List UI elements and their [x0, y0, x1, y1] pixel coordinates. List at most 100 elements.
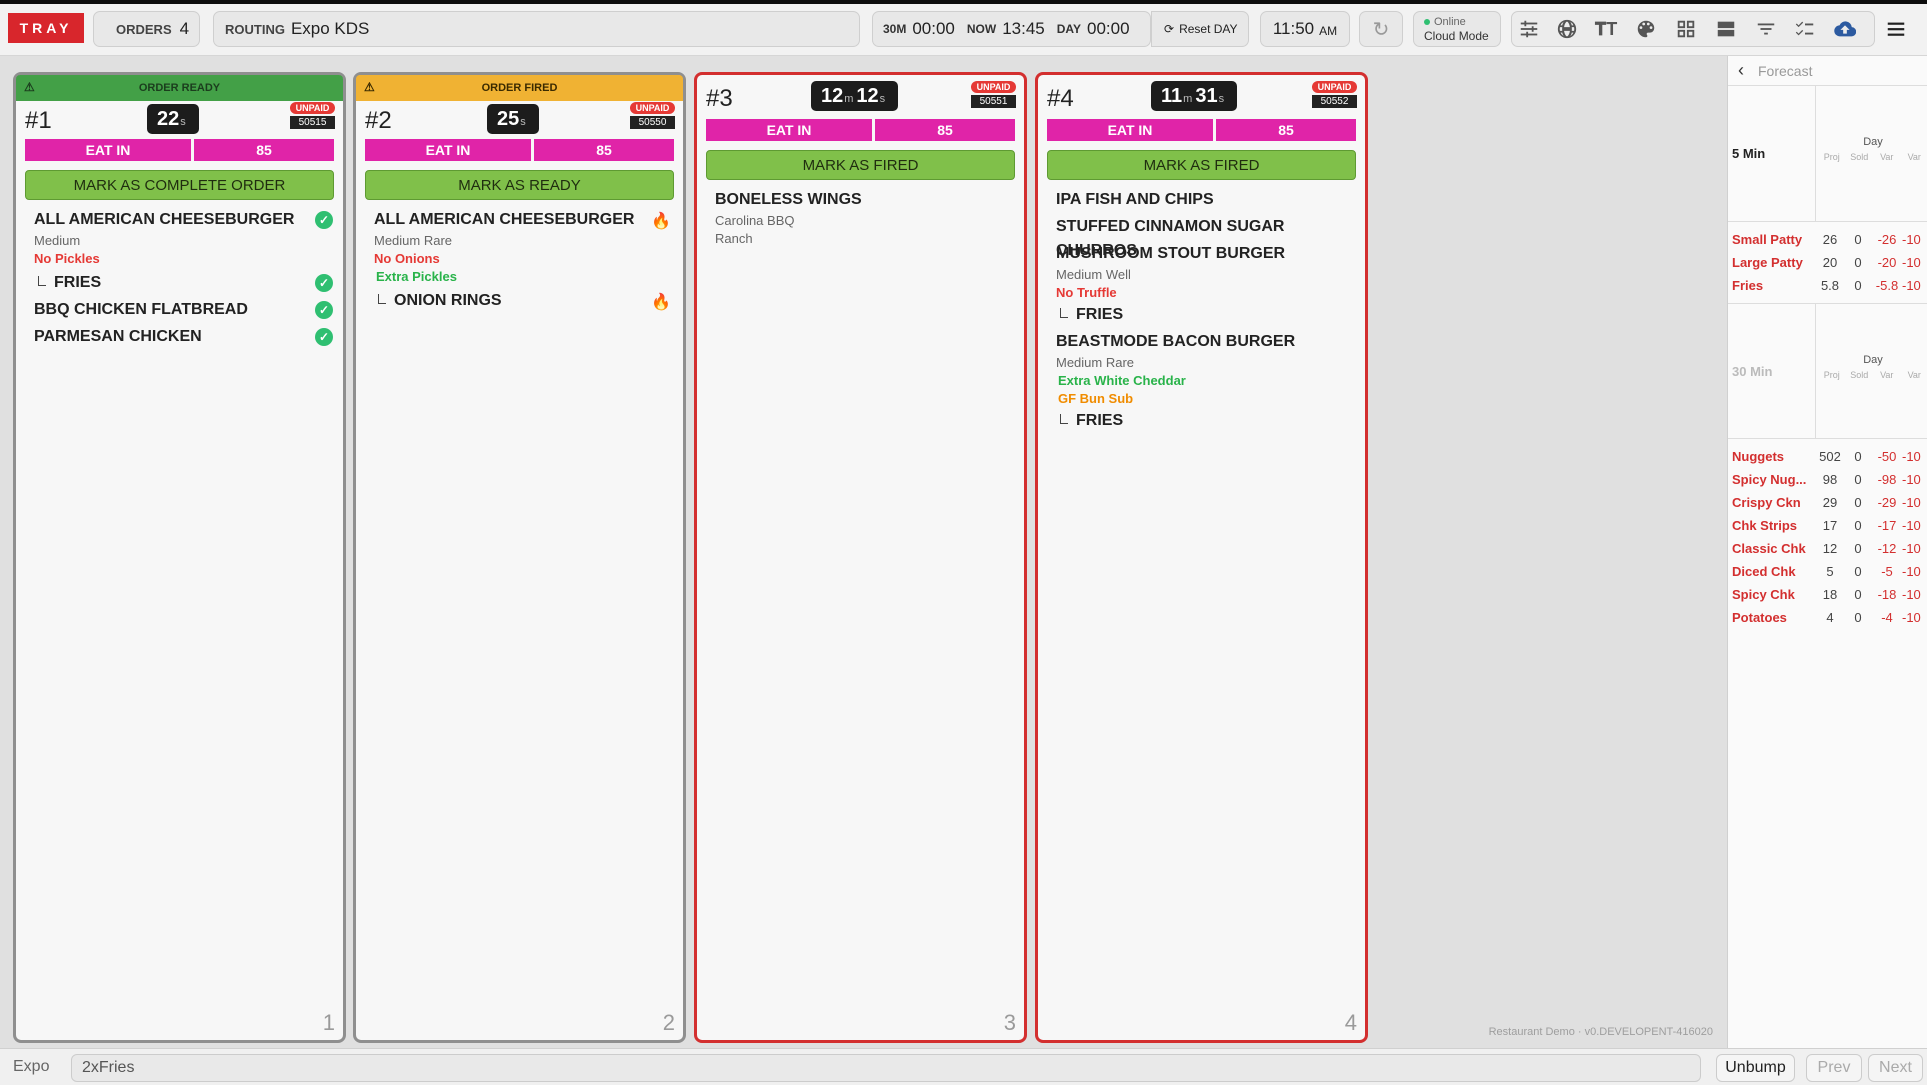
forecast-header: ‹ Forecast — [1728, 56, 1927, 86]
item-modifier: Carolina BBQ — [715, 213, 795, 228]
order-items: IPA FISH AND CHIPS STUFFED CINNAMON SUGA… — [1038, 180, 1365, 434]
row-proj: 26 — [1822, 232, 1838, 247]
list-item[interactable]: MUSHROOM STOUT BURGER — [1038, 242, 1365, 266]
row-proj: 29 — [1822, 495, 1838, 510]
unbump-button[interactable]: Unbump — [1716, 1054, 1795, 1082]
refresh-button[interactable]: ↻ — [1359, 11, 1403, 47]
reset-day-button[interactable]: ⟳ Reset DAY — [1151, 11, 1249, 47]
order-header: #2 25 s UNPAID 50550 — [356, 101, 683, 135]
row-name: Spicy Chk — [1732, 587, 1795, 602]
list-item[interactable]: ALL AMERICAN CHEESEBURGER 🔥 — [356, 208, 683, 232]
row-proj: 5.8 — [1820, 278, 1840, 293]
item-name: FRIES — [1076, 412, 1124, 429]
row-name: Classic Chk — [1732, 541, 1806, 556]
timer-unit: s — [1218, 93, 1225, 105]
ticket-number: 50550 — [630, 116, 675, 129]
sub-item[interactable]: FRIES — [1038, 302, 1365, 328]
row-proj: 17 — [1822, 518, 1838, 533]
prev-button[interactable]: Prev — [1806, 1054, 1862, 1082]
row-name: Nuggets — [1732, 449, 1784, 464]
timer-value: 31 — [1195, 84, 1218, 107]
section-label: 30 Min — [1728, 304, 1816, 438]
order-card-3[interactable]: #3 12 m 12 s UNPAID 50551 EAT IN 85 MARK AS … — [694, 72, 1027, 1043]
palette-icon[interactable] — [1630, 13, 1662, 45]
check-icon: ✓ — [315, 211, 333, 229]
order-timer: 11 m 31 s — [1151, 81, 1238, 111]
list-item[interactable]: BONELESS WINGS — [697, 188, 1024, 212]
row-pct: -10 — [1902, 255, 1921, 270]
list-item[interactable]: BBQ CHICKEN FLATBREAD ✓ — [16, 298, 343, 322]
order-status-banner: ⚠ ORDER FIRED — [356, 75, 683, 101]
row-name: Crispy Ckn — [1732, 495, 1801, 510]
reset-icon: ⟳ — [1164, 22, 1175, 36]
menu-icon[interactable] — [1880, 13, 1912, 45]
clock: 11:50 AM — [1260, 11, 1350, 47]
item-modifier: Extra Pickles — [376, 269, 457, 284]
row-pct: -10 — [1902, 472, 1921, 487]
row-name: Fries — [1732, 278, 1764, 293]
payment-badge: UNPAID 50551 — [971, 81, 1016, 108]
list-item[interactable]: PARMESAN CHICKEN ✓ — [16, 325, 343, 349]
forecast-rows-30min: Nuggets 502 0 -50 -10 Spicy Nug... 98 0 -98 -10 … — [1728, 439, 1927, 635]
forecast-section-30min: 30 Min Day Proj Sold Var Var — [1728, 303, 1927, 439]
connection-status[interactable]: Online Cloud Mode — [1413, 11, 1501, 47]
cloud-upload-icon[interactable] — [1829, 13, 1861, 45]
table-number-tag: 85 — [875, 119, 1015, 141]
order-header: #1 22 s UNPAID 50515 — [16, 101, 343, 135]
sub-item[interactable]: FRIES ✓ — [16, 270, 343, 296]
status-online: Online — [1424, 15, 1466, 29]
column-number: 1 — [322, 1010, 335, 1035]
unpaid-label: UNPAID — [630, 102, 675, 114]
list-item[interactable]: BEASTMODE BACON BURGER — [1038, 330, 1365, 354]
filter-icon[interactable] — [1750, 13, 1782, 45]
sliders-icon[interactable] — [1513, 13, 1545, 45]
order-number: #4 — [1047, 85, 1074, 112]
col-header: Proj — [1823, 370, 1840, 380]
routing-value: Expo KDS — [290, 19, 370, 38]
col-header: Proj — [1823, 152, 1840, 162]
mark-complete-button[interactable]: MARK AS COMPLETE ORDER — [25, 170, 334, 200]
globe-icon[interactable] — [1551, 13, 1583, 45]
order-card-2[interactable]: ⚠ ORDER FIRED #2 25 s UNPAID 50550 EAT IN … — [353, 72, 686, 1043]
mark-fired-button[interactable]: MARK AS FIRED — [1047, 150, 1356, 180]
column-headers: Proj Sold Var Var — [1818, 152, 1927, 162]
order-card-1[interactable]: ⚠ ORDER READY #1 22 s UNPAID 50515 EAT IN … — [13, 72, 346, 1043]
order-timer: 12 m 12 s — [811, 81, 899, 111]
list-item[interactable]: STUFFED CINNAMON SUGAR CHURROS — [1038, 215, 1365, 259]
next-button[interactable]: Next — [1868, 1054, 1923, 1082]
row-var: -12 — [1877, 541, 1897, 556]
list-item[interactable]: ALL AMERICAN CHEESEBURGER ✓ — [16, 208, 343, 232]
row-pct: -10 — [1902, 278, 1921, 293]
layout-icon[interactable] — [1710, 13, 1742, 45]
item-name: FRIES — [54, 274, 102, 291]
sub-item[interactable]: ONION RINGS 🔥 — [356, 288, 683, 314]
row-pct: -10 — [1902, 232, 1921, 247]
chevron-left-icon[interactable]: ‹ — [1738, 60, 1744, 81]
forecast-panel: ‹ Forecast 5 Min Day Proj Sold Var Var Smal… — [1727, 56, 1927, 1048]
sub-item[interactable]: FRIES — [1038, 408, 1365, 434]
timer-now-label: NOW — [966, 22, 997, 36]
mark-ready-button[interactable]: MARK AS READY — [365, 170, 674, 200]
timer-now-value: 13:45 — [1002, 19, 1045, 38]
payment-badge: UNPAID 50552 — [1312, 81, 1357, 108]
order-tags: EAT IN 85 — [25, 139, 334, 161]
grid-icon[interactable] — [1670, 13, 1702, 45]
text-size-icon[interactable]: 𝐓T — [1590, 13, 1622, 45]
checklist-icon[interactable] — [1789, 13, 1821, 45]
status-online-label: Online — [1434, 16, 1466, 28]
section-label: 5 Min — [1728, 86, 1816, 221]
mark-fired-button[interactable]: MARK AS FIRED — [706, 150, 1015, 180]
order-number: #2 — [365, 107, 392, 134]
order-card-4[interactable]: #4 11 m 31 s UNPAID 50552 EAT IN 85 MARK AS … — [1035, 72, 1368, 1043]
orders-counter[interactable]: ORDERS 4 — [93, 11, 200, 47]
fire-icon: 🔥 — [651, 294, 671, 311]
version-watermark: Restaurant Demo · v0.DEVELOPENT-416020 — [1488, 1026, 1713, 1038]
row-name: Potatoes — [1732, 610, 1787, 625]
item-modifier: Extra White Cheddar — [1058, 373, 1186, 388]
list-item[interactable]: IPA FISH AND CHIPS — [1038, 188, 1365, 215]
routing-selector[interactable]: ROUTING Expo KDS — [213, 11, 860, 47]
timer-unit: s — [879, 93, 886, 105]
check-icon: ✓ — [315, 274, 333, 292]
order-items: BONELESS WINGS Carolina BBQ Ranch — [697, 180, 1024, 248]
command-input[interactable]: 2xFries — [71, 1054, 1701, 1082]
